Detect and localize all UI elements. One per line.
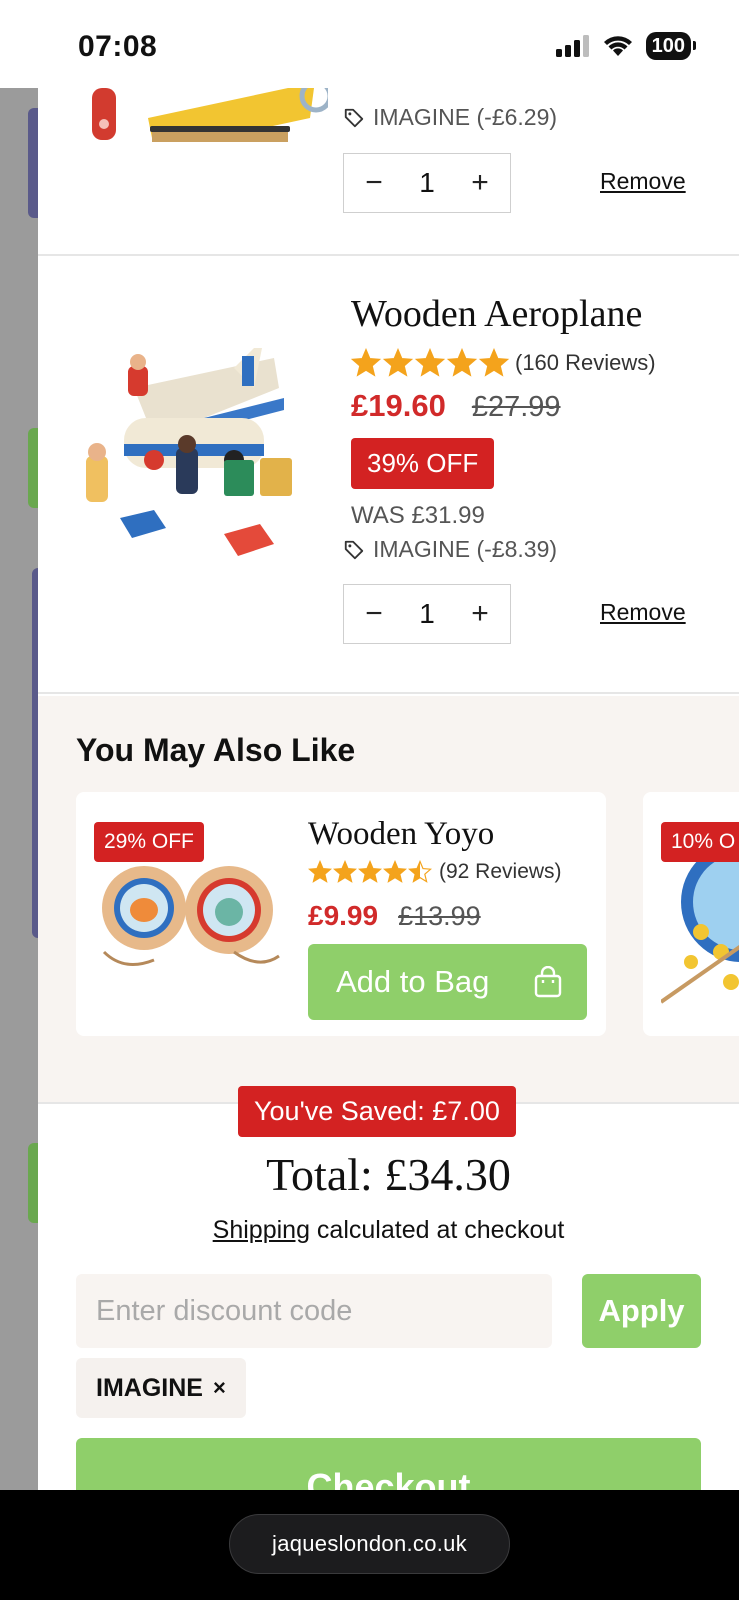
recommendation-card[interactable]: 29% OFF Wooden Yoyo (92 Reviews) £9.99 £… <box>76 792 606 1036</box>
increase-quantity-button[interactable]: + <box>468 168 492 198</box>
backdrop-decoration <box>28 108 38 218</box>
status-bar: 07:08 100 <box>0 0 739 88</box>
increase-quantity-button[interactable]: + <box>468 599 492 629</box>
product-image <box>102 866 280 966</box>
price-row: £9.99 £13.99 <box>308 900 481 932</box>
product-image <box>92 88 328 142</box>
sale-price: £9.99 <box>308 900 379 931</box>
apply-discount-button[interactable]: Apply <box>582 1274 701 1348</box>
discount-badge: 39% OFF <box>351 438 495 489</box>
star-icon <box>333 860 357 883</box>
cellular-signal-icon <box>555 35 589 57</box>
product-rating: (160 Reviews) <box>351 348 656 378</box>
savings-badge: You've Saved: £7.00 <box>238 1086 516 1137</box>
product-title[interactable]: Wooden Yoyo <box>308 816 494 853</box>
remove-code-icon[interactable]: × <box>213 1375 226 1401</box>
review-count[interactable]: (92 Reviews) <box>439 860 562 884</box>
coupon-text: IMAGINE (-£6.29) <box>373 104 558 130</box>
backdrop-decoration <box>28 1143 38 1223</box>
page-backdrop <box>0 88 38 1490</box>
cart-item: Wooden Aeroplane (160 Reviews) £19.60 £2… <box>38 258 739 694</box>
browser-toolbar: jaqueslondon.co.uk <box>0 1490 739 1600</box>
product-title[interactable]: Wooden Aeroplane <box>351 292 642 336</box>
product-image <box>86 348 292 556</box>
coupon-line: IMAGINE (-£8.39) <box>343 536 557 563</box>
decrease-quantity-button[interactable]: − <box>362 168 386 198</box>
tag-icon <box>344 540 364 559</box>
star-icon <box>415 348 445 377</box>
star-rating-icon <box>351 348 509 378</box>
shipping-note-text: calculated at checkout <box>309 1216 565 1244</box>
decrease-quantity-button[interactable]: − <box>362 599 386 629</box>
quantity-stepper[interactable]: − 1 + <box>343 584 511 644</box>
star-icon <box>383 348 413 377</box>
original-price: £13.99 <box>398 901 481 931</box>
star-icon <box>308 860 332 883</box>
section-heading: You May Also Like <box>76 732 356 768</box>
checkout-button[interactable]: Checkout <box>76 1438 701 1490</box>
star-icon <box>383 860 407 883</box>
star-icon <box>358 860 382 883</box>
discount-code-input[interactable] <box>76 1274 552 1348</box>
shopping-bag-icon <box>534 966 562 998</box>
status-time: 07:08 <box>78 30 158 63</box>
url-bar[interactable]: jaqueslondon.co.uk <box>229 1514 510 1574</box>
star-rating-icon <box>308 860 432 884</box>
add-to-bag-button[interactable]: Add to Bag <box>308 944 587 1020</box>
was-price: WAS £31.99 <box>351 502 485 529</box>
discount-badge: 10% O <box>661 822 739 862</box>
backdrop-decoration <box>28 428 38 508</box>
quantity-value: 1 <box>419 598 435 629</box>
cart-item: IMAGINE (-£6.29) − 1 + Remove <box>38 88 739 256</box>
battery-indicator: 100 <box>645 32 697 60</box>
review-count[interactable]: (160 Reviews) <box>515 350 656 376</box>
cart-drawer: IMAGINE (-£6.29) − 1 + Remove Wooden Aer… <box>38 88 739 1490</box>
star-icon <box>351 348 381 377</box>
tag-icon <box>344 108 364 127</box>
remove-item-link[interactable]: Remove <box>600 599 686 626</box>
recommendations-section: You May Also Like 29% OFF Wooden Yoyo (9… <box>38 696 739 1104</box>
original-price: £27.99 <box>471 391 561 423</box>
recommendation-card[interactable]: 10% O <box>643 792 739 1036</box>
quantity-stepper[interactable]: − 1 + <box>343 153 511 213</box>
remove-item-link[interactable]: Remove <box>600 168 686 195</box>
product-rating: (92 Reviews) <box>308 860 562 884</box>
applied-discount-chip: IMAGINE × <box>76 1358 246 1418</box>
star-icon <box>408 860 432 883</box>
shipping-link[interactable]: Shipping <box>213 1216 310 1244</box>
cart-total: Total: £34.30 <box>266 1149 511 1200</box>
wifi-icon <box>603 36 632 56</box>
coupon-text: IMAGINE (-£8.39) <box>373 536 558 562</box>
star-icon <box>479 348 509 377</box>
price-row: £19.60 £27.99 <box>351 388 561 424</box>
coupon-line: IMAGINE (-£6.29) <box>343 104 557 131</box>
product-image <box>661 862 739 1004</box>
status-icons: 100 <box>555 32 697 60</box>
discount-badge: 29% OFF <box>94 822 204 862</box>
star-icon <box>447 348 477 377</box>
add-to-bag-label: Add to Bag <box>336 964 490 999</box>
quantity-value: 1 <box>419 167 435 198</box>
sale-price: £19.60 <box>351 388 446 423</box>
shipping-note: Shipping calculated at checkout <box>38 1216 739 1245</box>
applied-code-label: IMAGINE <box>96 1373 203 1402</box>
